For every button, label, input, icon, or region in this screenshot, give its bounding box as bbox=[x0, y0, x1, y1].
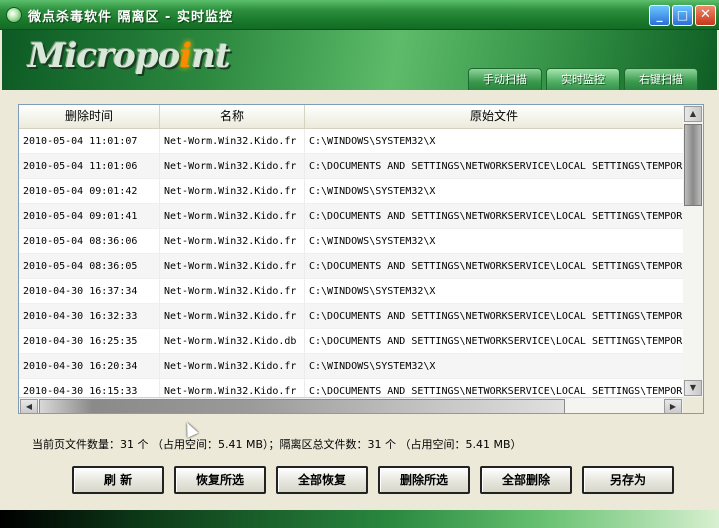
cell-original-file: C:\DOCUMENTS AND SETTINGS\NETWORKSERVICE… bbox=[309, 261, 683, 272]
table-row[interactable]: 2010-04-30 16:37:34 Net-Worm.Win32.Kido.f… bbox=[19, 279, 683, 304]
main-panel: 删除时间 名称 原始文件 2010-05-04 11:01:07 Net-Worm… bbox=[2, 90, 717, 510]
title-bar[interactable]: 微点杀毒软件 隔离区 - 实时监控 _ □ ✕ bbox=[0, 0, 719, 30]
cell-threat-name: Net-Worm.Win32.Kido.fr bbox=[160, 154, 305, 179]
cell-delete-time: 2010-04-30 16:20:34 bbox=[19, 354, 160, 379]
cell-delete-time: 2010-05-04 09:01:41 bbox=[19, 204, 160, 229]
app-shield-icon bbox=[6, 7, 22, 23]
cell-threat-name: Net-Worm.Win32.Kido.fr bbox=[160, 204, 305, 229]
table-row[interactable]: 2010-05-04 09:01:42 Net-Worm.Win32.Kido.f… bbox=[19, 179, 683, 204]
quarantine-list[interactable]: 删除时间 名称 原始文件 2010-05-04 11:01:07 Net-Worm… bbox=[18, 104, 704, 414]
cell-threat-name: Net-Worm.Win32.Kido.fr bbox=[160, 179, 305, 204]
logo-dot: i bbox=[179, 36, 192, 76]
column-header-original-file[interactable]: 原始文件 bbox=[305, 105, 683, 128]
save-as-button[interactable]: 另存为 bbox=[582, 466, 674, 494]
cell-delete-time: 2010-05-04 11:01:07 bbox=[19, 129, 160, 154]
cell-original-file: C:\WINDOWS\SYSTEM32\X bbox=[309, 136, 436, 147]
bottom-gradient-strip bbox=[0, 510, 719, 528]
cell-threat-name: Net-Worm.Win32.Kido.db bbox=[160, 329, 305, 354]
cell-delete-time: 2010-04-30 16:37:34 bbox=[19, 279, 160, 304]
cell-original-file: C:\DOCUMENTS AND SETTINGS\NETWORKSERVICE… bbox=[309, 311, 683, 322]
maximize-button[interactable]: □ bbox=[672, 5, 693, 26]
tab-context-scan[interactable]: 右键扫描 bbox=[624, 68, 698, 90]
cell-delete-time: 2010-04-30 16:32:33 bbox=[19, 304, 160, 329]
column-header-delete-time[interactable]: 删除时间 bbox=[19, 105, 160, 128]
cell-threat-name: Net-Worm.Win32.Kido.fr bbox=[160, 129, 305, 154]
cell-delete-time: 2010-05-04 11:01:06 bbox=[19, 154, 160, 179]
table-header: 删除时间 名称 原始文件 bbox=[19, 105, 683, 129]
refresh-button[interactable]: 刷 新 bbox=[72, 466, 164, 494]
column-header-name[interactable]: 名称 bbox=[160, 105, 305, 128]
minimize-button[interactable]: _ bbox=[649, 5, 670, 26]
cell-original-file: C:\DOCUMENTS AND SETTINGS\NETWORKSERVICE… bbox=[309, 161, 683, 172]
tab-realtime-monitor[interactable]: 实时监控 bbox=[546, 68, 620, 90]
scroll-left-button[interactable]: ◀ bbox=[20, 399, 38, 413]
horizontal-scroll-thumb[interactable] bbox=[39, 399, 565, 413]
tab-manual-scan[interactable]: 手动扫描 bbox=[468, 68, 542, 90]
table-row[interactable]: 2010-04-30 16:32:33 Net-Worm.Win32.Kido.f… bbox=[19, 304, 683, 329]
cell-original-file: C:\DOCUMENTS AND SETTINGS\NETWORKSERVICE… bbox=[309, 211, 683, 222]
restore-selected-button[interactable]: 恢复所选 bbox=[174, 466, 266, 494]
cell-threat-name: Net-Worm.Win32.Kido.fr bbox=[160, 354, 305, 379]
close-button[interactable]: ✕ bbox=[695, 5, 716, 26]
vertical-scrollbar[interactable]: ▲ ▼ bbox=[683, 105, 703, 397]
scrollbar-corner bbox=[683, 397, 703, 413]
cell-delete-time: 2010-05-04 08:36:05 bbox=[19, 254, 160, 279]
cell-threat-name: Net-Worm.Win32.Kido.fr bbox=[160, 254, 305, 279]
quarantine-window: 微点杀毒软件 隔离区 - 实时监控 _ □ ✕ Micropoint 手动扫描 … bbox=[0, 0, 719, 528]
cell-threat-name: Net-Worm.Win32.Kido.fr bbox=[160, 304, 305, 329]
table-row[interactable]: 2010-05-04 11:01:06 Net-Worm.Win32.Kido.f… bbox=[19, 154, 683, 179]
scroll-right-button[interactable]: ▶ bbox=[664, 399, 682, 413]
micropoint-logo: Micropoint bbox=[28, 36, 231, 76]
table-row[interactable]: 2010-05-04 08:36:06 Net-Worm.Win32.Kido.f… bbox=[19, 229, 683, 254]
vertical-scroll-thumb[interactable] bbox=[684, 124, 702, 206]
cell-original-file: C:\WINDOWS\SYSTEM32\X bbox=[309, 236, 436, 247]
delete-all-button[interactable]: 全部删除 bbox=[480, 466, 572, 494]
horizontal-scrollbar[interactable]: ◀ ▶ bbox=[19, 397, 683, 413]
scroll-up-button[interactable]: ▲ bbox=[684, 106, 702, 122]
cell-delete-time: 2010-04-30 16:25:35 bbox=[19, 329, 160, 354]
cell-original-file: C:\WINDOWS\SYSTEM32\X bbox=[309, 186, 436, 197]
cell-delete-time: 2010-05-04 09:01:42 bbox=[19, 179, 160, 204]
table-row[interactable]: 2010-04-30 16:25:35 Net-Worm.Win32.Kido.d… bbox=[19, 329, 683, 354]
cell-threat-name: Net-Worm.Win32.Kido.fr bbox=[160, 229, 305, 254]
cell-delete-time: 2010-05-04 08:36:06 bbox=[19, 229, 160, 254]
cell-original-file: C:\DOCUMENTS AND SETTINGS\NETWORKSERVICE… bbox=[309, 336, 683, 347]
cell-original-file: C:\WINDOWS\SYSTEM32\X bbox=[309, 361, 436, 372]
table-row[interactable]: 2010-05-04 09:01:41 Net-Worm.Win32.Kido.f… bbox=[19, 204, 683, 229]
scroll-down-button[interactable]: ▼ bbox=[684, 380, 702, 396]
table-row[interactable]: 2010-05-04 11:01:07 Net-Worm.Win32.Kido.f… bbox=[19, 129, 683, 154]
status-summary: 当前页文件数量：31 个 （占用空间：5.41 MB）；隔离区总文件数：31 个… bbox=[32, 438, 522, 451]
delete-selected-button[interactable]: 删除所选 bbox=[378, 466, 470, 494]
table-row[interactable]: 2010-05-04 08:36:05 Net-Worm.Win32.Kido.f… bbox=[19, 254, 683, 279]
cell-original-file: C:\WINDOWS\SYSTEM32\X bbox=[309, 286, 436, 297]
window-title: 微点杀毒软件 隔离区 - 实时监控 bbox=[28, 10, 233, 25]
cell-threat-name: Net-Worm.Win32.Kido.fr bbox=[160, 279, 305, 304]
table-row[interactable]: 2010-04-30 16:20:34 Net-Worm.Win32.Kido.f… bbox=[19, 354, 683, 379]
restore-all-button[interactable]: 全部恢复 bbox=[276, 466, 368, 494]
